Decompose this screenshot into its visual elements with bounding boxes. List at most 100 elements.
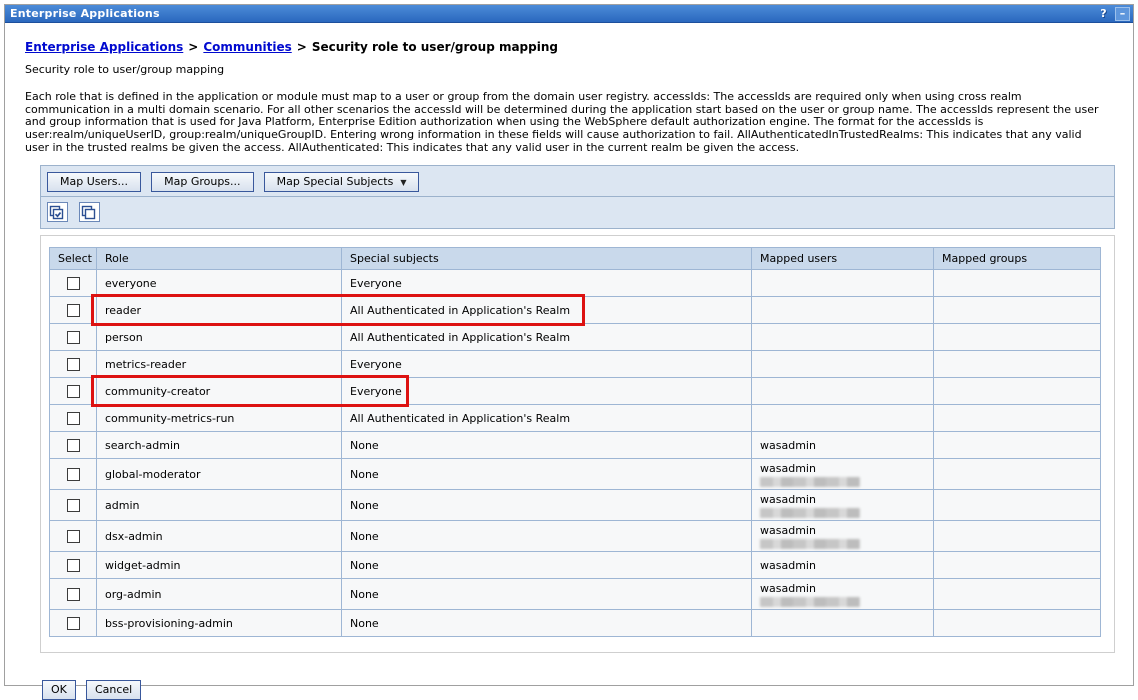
- minimize-icon[interactable]: –: [1115, 7, 1130, 21]
- role-cell: search-admin: [97, 432, 342, 459]
- mapped-users-cell: [752, 324, 934, 351]
- column-header-role: Role: [97, 248, 342, 270]
- row-checkbox[interactable]: [67, 439, 80, 452]
- role-cell: bss-provisioning-admin: [97, 610, 342, 637]
- mapped-groups-cell: [934, 459, 1101, 490]
- special-subjects-cell: All Authenticated in Application's Realm: [342, 405, 752, 432]
- row-checkbox[interactable]: [67, 559, 80, 572]
- row-checkbox[interactable]: [67, 530, 80, 543]
- row-checkbox[interactable]: [67, 277, 80, 290]
- select-cell: [50, 405, 97, 432]
- mapped-users-cell: [752, 405, 934, 432]
- mapped-users-cell: [752, 351, 934, 378]
- breadcrumb-link-communities[interactable]: Communities: [203, 40, 291, 54]
- row-checkbox[interactable]: [67, 617, 80, 630]
- select-cell: [50, 432, 97, 459]
- mapped-users-cell: wasadmin: [752, 521, 934, 552]
- special-subjects-cell: Everyone: [342, 378, 752, 405]
- column-header-select: Select: [50, 248, 97, 270]
- dropdown-caret-icon: ▼: [400, 178, 406, 187]
- map-special-subjects-button[interactable]: Map Special Subjects ▼: [264, 172, 420, 192]
- row-checkbox[interactable]: [67, 358, 80, 371]
- page-description: Each role that is defined in the applica…: [25, 91, 1113, 155]
- mapped-groups-cell: [934, 521, 1101, 552]
- role-name: global-moderator: [105, 468, 201, 481]
- row-checkbox[interactable]: [67, 588, 80, 601]
- mapped-users-value: wasadmin: [760, 524, 925, 537]
- page-subtitle: Security role to user/group mapping: [25, 63, 1113, 76]
- table-row: metrics-reader Everyone: [50, 351, 1101, 378]
- row-checkbox[interactable]: [67, 331, 80, 344]
- window-title: Enterprise Applications: [10, 7, 160, 20]
- map-groups-button[interactable]: Map Groups...: [151, 172, 253, 192]
- role-name: everyone: [105, 277, 157, 290]
- mapped-users-value: wasadmin: [760, 493, 925, 506]
- role-name: dsx-admin: [105, 530, 163, 543]
- mapped-groups-cell: [934, 610, 1101, 637]
- redacted-text-blur: [760, 508, 860, 518]
- breadcrumb-separator: >: [188, 40, 198, 54]
- select-cell: [50, 579, 97, 610]
- role-name: community-creator: [105, 385, 210, 398]
- redacted-text-blur: [760, 539, 860, 549]
- role-cell: community-creator: [97, 378, 342, 405]
- role-name: community-metrics-run: [105, 412, 234, 425]
- select-all-button[interactable]: [47, 202, 68, 222]
- mapped-groups-cell: [934, 552, 1101, 579]
- mapped-groups-cell: [934, 579, 1101, 610]
- map-users-button[interactable]: Map Users...: [47, 172, 141, 192]
- role-cell: everyone: [97, 270, 342, 297]
- mapped-users-cell: wasadmin: [752, 432, 934, 459]
- help-icon[interactable]: ?: [1096, 7, 1111, 21]
- icon-toolbar: [40, 197, 1115, 230]
- mapped-groups-cell: [934, 405, 1101, 432]
- special-subjects-cell: None: [342, 521, 752, 552]
- window-titlebar: Enterprise Applications ? –: [5, 5, 1133, 23]
- role-name: metrics-reader: [105, 358, 186, 371]
- ok-button[interactable]: OK: [42, 680, 76, 700]
- row-checkbox[interactable]: [67, 304, 80, 317]
- breadcrumb-link-enterprise-applications[interactable]: Enterprise Applications: [25, 40, 183, 54]
- table-row: everyone Everyone: [50, 270, 1101, 297]
- mapped-users-cell: [752, 378, 934, 405]
- select-cell: [50, 552, 97, 579]
- mapped-users-value: wasadmin: [760, 559, 925, 572]
- table-row: global-moderator None wasadmin: [50, 459, 1101, 490]
- mapped-groups-cell: [934, 490, 1101, 521]
- mapped-users-cell: wasadmin: [752, 552, 934, 579]
- role-name: widget-admin: [105, 559, 181, 572]
- table-row: search-admin None wasadmin: [50, 432, 1101, 459]
- role-name: person: [105, 331, 143, 344]
- special-subjects-cell: Everyone: [342, 270, 752, 297]
- footer-actions: OK Cancel: [42, 678, 1113, 700]
- map-special-subjects-label: Map Special Subjects: [277, 175, 394, 188]
- role-cell: org-admin: [97, 579, 342, 610]
- role-cell: global-moderator: [97, 459, 342, 490]
- special-subjects-cell: None: [342, 432, 752, 459]
- deselect-all-button[interactable]: [79, 202, 100, 222]
- row-checkbox[interactable]: [67, 499, 80, 512]
- breadcrumb-separator: >: [297, 40, 307, 54]
- mapped-users-cell: wasadmin: [752, 579, 934, 610]
- role-cell: widget-admin: [97, 552, 342, 579]
- breadcrumb-current: Security role to user/group mapping: [312, 40, 558, 54]
- table-row: org-admin None wasadmin: [50, 579, 1101, 610]
- role-cell: admin: [97, 490, 342, 521]
- button-toolbar: Map Users... Map Groups... Map Special S…: [40, 165, 1115, 197]
- row-checkbox[interactable]: [67, 412, 80, 425]
- select-cell: [50, 610, 97, 637]
- mapped-groups-cell: [934, 432, 1101, 459]
- cancel-button[interactable]: Cancel: [86, 680, 141, 700]
- breadcrumb: Enterprise Applications > Communities > Secu…: [25, 40, 1113, 54]
- table-header-row: Select Role Special subjects Mapped user…: [50, 248, 1101, 270]
- redacted-text-blur: [760, 597, 860, 607]
- select-cell: [50, 459, 97, 490]
- mapped-users-value: wasadmin: [760, 439, 925, 452]
- table-body: everyone Everyone reader All Authenticat…: [50, 270, 1101, 637]
- row-checkbox[interactable]: [67, 385, 80, 398]
- special-subjects-cell: All Authenticated in Application's Realm: [342, 324, 752, 351]
- mapped-users-value: wasadmin: [760, 582, 925, 595]
- role-cell: reader: [97, 297, 342, 324]
- select-cell: [50, 297, 97, 324]
- row-checkbox[interactable]: [67, 468, 80, 481]
